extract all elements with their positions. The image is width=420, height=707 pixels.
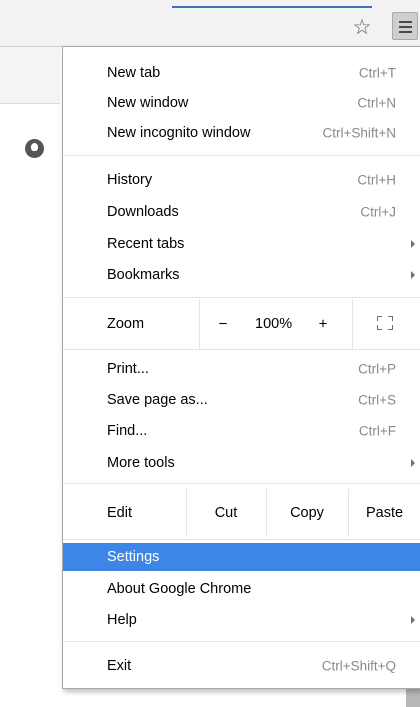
menu-item-label: New window bbox=[107, 95, 189, 111]
menu-item-shortcut: Ctrl+N bbox=[357, 95, 396, 111]
menu-item-more-tools[interactable]: More tools bbox=[63, 449, 420, 477]
menu-item-shortcut: Ctrl+Shift+Q bbox=[321, 658, 396, 674]
menu-item-bookmarks[interactable]: Bookmarks bbox=[63, 261, 420, 289]
hamburger-menu-icon[interactable] bbox=[392, 12, 418, 40]
zoom-out-button[interactable]: − bbox=[213, 316, 233, 333]
menu-item-shortcut: Ctrl+J bbox=[360, 204, 396, 220]
menu-item-label: Exit bbox=[107, 658, 132, 674]
menu-item-shortcut: Ctrl+P bbox=[358, 361, 396, 377]
menu-item-label: About Google Chrome bbox=[107, 581, 252, 597]
menu-separator bbox=[63, 539, 420, 540]
menu-item-shortcut: Ctrl+F bbox=[358, 423, 396, 439]
menu-item-downloads[interactable]: Downloads Ctrl+J bbox=[63, 198, 420, 226]
menu-item-label: Downloads bbox=[107, 204, 179, 220]
menu-item-save-page-as[interactable]: Save page as... Ctrl+S bbox=[63, 386, 420, 414]
menu-item-label: More tools bbox=[107, 455, 175, 471]
zoom-in-button[interactable]: + bbox=[313, 316, 333, 333]
submenu-arrow-icon bbox=[411, 459, 415, 467]
edit-label: Edit bbox=[107, 505, 132, 521]
edit-row: Edit Cut Copy Paste bbox=[63, 489, 420, 537]
menu-separator bbox=[63, 349, 420, 350]
menu-item-about-google-chrome[interactable]: About Google Chrome bbox=[63, 575, 420, 603]
scrollbar[interactable] bbox=[406, 688, 420, 707]
paste-button[interactable]: Paste bbox=[349, 505, 420, 521]
menu-item-label: Help bbox=[107, 612, 137, 628]
submenu-arrow-icon bbox=[411, 616, 415, 624]
submenu-arrow-icon bbox=[411, 271, 415, 279]
menu-item-shortcut: Ctrl+S bbox=[358, 392, 396, 408]
menu-item-print[interactable]: Print... Ctrl+P bbox=[63, 355, 420, 383]
copy-button[interactable]: Copy bbox=[267, 505, 347, 521]
menu-item-label: Save page as... bbox=[107, 392, 208, 408]
cut-button[interactable]: Cut bbox=[187, 505, 265, 521]
menu-item-settings[interactable]: Settings bbox=[63, 543, 420, 571]
zoom-divider bbox=[352, 300, 353, 348]
menu-item-new-incognito-window[interactable]: New incognito window Ctrl+Shift+N bbox=[63, 119, 420, 147]
menu-item-new-window[interactable]: New window Ctrl+N bbox=[63, 89, 420, 117]
fullscreen-icon[interactable] bbox=[377, 316, 393, 330]
chrome-menu: New tab Ctrl+T New window Ctrl+N New inc… bbox=[62, 46, 420, 689]
menu-item-shortcut: Ctrl+Shift+N bbox=[322, 125, 396, 141]
menu-item-label: Print... bbox=[107, 361, 149, 377]
page-header-strip bbox=[0, 47, 60, 104]
menu-item-history[interactable]: History Ctrl+H bbox=[63, 166, 420, 194]
menu-separator bbox=[63, 155, 420, 156]
profile-icon[interactable] bbox=[25, 139, 44, 158]
menu-item-label: New incognito window bbox=[107, 125, 251, 141]
menu-item-new-tab[interactable]: New tab Ctrl+T bbox=[63, 59, 420, 87]
menu-item-label: New tab bbox=[107, 65, 161, 81]
menu-item-shortcut: Ctrl+T bbox=[358, 65, 396, 81]
browser-toolbar: ☆ bbox=[0, 0, 420, 47]
zoom-row: Zoom − 100% + bbox=[63, 300, 420, 348]
menu-item-label: Settings bbox=[107, 549, 160, 565]
star-icon[interactable]: ☆ bbox=[351, 16, 373, 39]
menu-item-label: History bbox=[107, 172, 153, 188]
zoom-divider bbox=[199, 300, 200, 348]
menu-item-find[interactable]: Find... Ctrl+F bbox=[63, 417, 420, 445]
address-bar-edge bbox=[172, 0, 372, 8]
menu-separator bbox=[63, 297, 420, 298]
menu-item-help[interactable]: Help bbox=[63, 606, 420, 634]
menu-separator bbox=[63, 641, 420, 642]
menu-separator bbox=[63, 483, 420, 484]
menu-item-label: Recent tabs bbox=[107, 236, 185, 252]
menu-item-recent-tabs[interactable]: Recent tabs bbox=[63, 230, 420, 258]
zoom-level: 100% bbox=[255, 316, 293, 332]
menu-item-exit[interactable]: Exit Ctrl+Shift+Q bbox=[63, 652, 420, 680]
zoom-label: Zoom bbox=[107, 316, 145, 332]
menu-item-shortcut: Ctrl+H bbox=[357, 172, 396, 188]
menu-item-label: Bookmarks bbox=[107, 267, 180, 283]
menu-item-label: Find... bbox=[107, 423, 148, 439]
submenu-arrow-icon bbox=[411, 240, 415, 248]
